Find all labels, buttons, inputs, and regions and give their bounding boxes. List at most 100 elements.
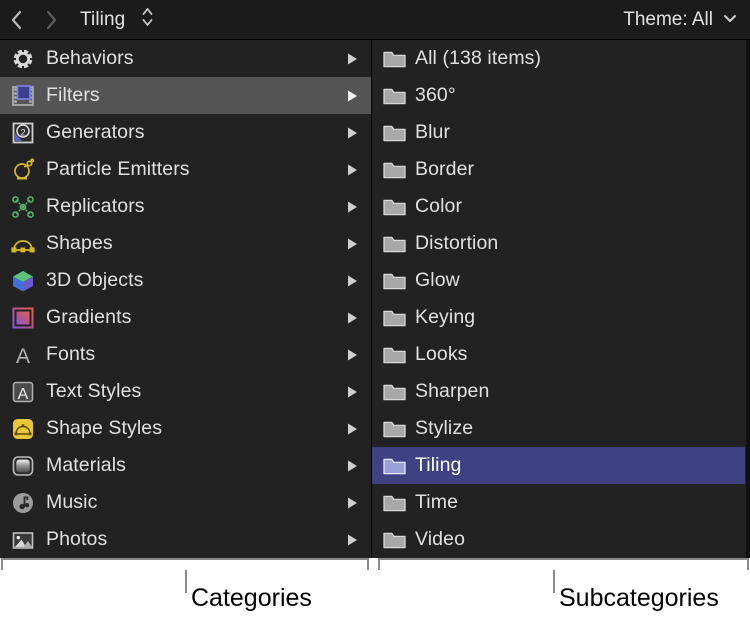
subcategory-row-blur[interactable]: Blur <box>372 114 745 151</box>
theme-popup-label: Theme: All <box>623 9 713 31</box>
category-label: Generators <box>46 121 345 144</box>
category-row-3d-objects[interactable]: 3D Objects <box>0 262 371 299</box>
disclosure-triangle-icon[interactable] <box>345 385 359 399</box>
subcategory-row-sharpen[interactable]: Sharpen <box>372 373 745 410</box>
subcategory-row-looks[interactable]: Looks <box>372 336 745 373</box>
disclosure-triangle-icon[interactable] <box>345 348 359 362</box>
folder-icon <box>382 123 406 143</box>
subcategory-row-keying[interactable]: Keying <box>372 299 745 336</box>
subcategory-row-stylize[interactable]: Stylize <box>372 410 745 447</box>
callout-annotations: Categories Subcategories <box>0 558 750 626</box>
category-row-gradients[interactable]: Gradients <box>0 299 371 336</box>
category-row-shapes[interactable]: Shapes <box>0 225 371 262</box>
disclosure-triangle-icon[interactable] <box>345 237 359 251</box>
gear-icon <box>10 46 36 72</box>
disclosure-triangle-icon[interactable] <box>345 52 359 66</box>
browser-toolbar: Tiling Theme: All <box>0 0 750 40</box>
vertical-scrollbar[interactable] <box>746 40 750 558</box>
disclosure-triangle-icon[interactable] <box>345 311 359 325</box>
folder-icon <box>382 86 406 106</box>
library-browser-window: Tiling Theme: All <box>0 0 750 558</box>
subcategory-row-tiling[interactable]: Tiling <box>372 447 745 484</box>
chevron-right-icon <box>44 9 58 31</box>
categories-bracket <box>1 558 369 570</box>
path-stepper-button[interactable] <box>139 6 155 34</box>
folder-icon <box>382 160 406 180</box>
category-row-materials[interactable]: Materials <box>0 447 371 484</box>
folder-icon <box>382 530 406 550</box>
cube-icon <box>10 268 36 294</box>
category-label: Particle Emitters <box>46 158 345 181</box>
folder-icon <box>382 197 406 217</box>
subcategory-label: Blur <box>415 121 450 144</box>
disclosure-triangle-icon[interactable] <box>345 274 359 288</box>
chevron-left-icon <box>10 9 24 31</box>
folder-icon <box>382 308 406 328</box>
category-row-shape-styles[interactable]: Shape Styles <box>0 410 371 447</box>
folder-icon <box>382 382 406 402</box>
subcategory-row-distortion[interactable]: Distortion <box>372 225 745 262</box>
subcategory-row-color[interactable]: Color <box>372 188 745 225</box>
asset-browser-screenshot: Tiling Theme: All <box>0 0 750 626</box>
category-label: Fonts <box>46 343 345 366</box>
subcategory-label: Time <box>415 491 458 514</box>
subcategory-row-border[interactable]: Border <box>372 151 745 188</box>
categories-leader-line <box>185 570 187 593</box>
stepper-up-down-icon <box>141 5 154 34</box>
page-title: Tiling <box>80 9 125 31</box>
folder-icon <box>382 345 406 365</box>
gradient-swatch-icon <box>10 305 36 331</box>
forward-button[interactable] <box>34 0 68 40</box>
back-button[interactable] <box>0 0 34 40</box>
disclosure-triangle-icon[interactable] <box>345 89 359 103</box>
disclosure-triangle-icon[interactable] <box>345 200 359 214</box>
category-label: Shapes <box>46 232 345 255</box>
category-label: Materials <box>46 454 345 477</box>
folder-icon <box>382 456 406 476</box>
categories-list[interactable]: Behaviors <box>0 40 372 558</box>
subcategories-leader-line <box>553 570 555 593</box>
categories-callout-label: Categories <box>191 584 312 613</box>
disclosure-triangle-icon[interactable] <box>345 422 359 436</box>
category-row-fonts[interactable]: A Fonts <box>0 336 371 373</box>
subcategory-label: Video <box>415 528 465 551</box>
subcategory-row-video[interactable]: Video <box>372 521 745 558</box>
photo-icon <box>10 527 36 553</box>
category-row-text-styles[interactable]: A Text Styles <box>0 373 371 410</box>
subcategory-label: Color <box>415 195 462 218</box>
material-swatch-icon <box>10 453 36 479</box>
category-label: Replicators <box>46 195 345 218</box>
folder-icon <box>382 49 406 69</box>
subcategory-row-360[interactable]: 360° <box>372 77 745 114</box>
category-label: Filters <box>46 84 345 107</box>
category-row-photos[interactable]: Photos <box>0 521 371 558</box>
category-row-music[interactable]: Music <box>0 484 371 521</box>
category-row-replicators[interactable]: Replicators <box>0 188 371 225</box>
shape-style-icon <box>10 416 36 442</box>
category-row-generators[interactable]: 2 Generators <box>0 114 371 151</box>
subcategories-list[interactable]: All (138 items) 360° <box>372 40 750 558</box>
disclosure-triangle-icon[interactable] <box>345 126 359 140</box>
subcategory-label: Sharpen <box>415 380 489 403</box>
category-row-particle-emitters[interactable]: Particle Emitters <box>0 151 371 188</box>
subcategory-row-time[interactable]: Time <box>372 484 745 521</box>
subcategory-label: All (138 items) <box>415 47 541 70</box>
subcategories-callout-label: Subcategories <box>559 584 719 613</box>
subcategory-label: 360° <box>415 84 456 107</box>
subcategories-bracket <box>378 558 749 570</box>
theme-popup-button[interactable]: Theme: All <box>623 9 738 31</box>
replicator-icon <box>10 194 36 220</box>
category-row-filters[interactable]: Filters <box>0 77 371 114</box>
disclosure-triangle-icon[interactable] <box>345 163 359 177</box>
shapes-icon <box>10 231 36 257</box>
letter-a-icon: A <box>10 342 36 368</box>
disclosure-triangle-icon[interactable] <box>345 459 359 473</box>
subcategory-row-glow[interactable]: Glow <box>372 262 745 299</box>
category-row-behaviors[interactable]: Behaviors <box>0 40 371 77</box>
subcategory-row-all[interactable]: All (138 items) <box>372 40 745 77</box>
folder-icon <box>382 234 406 254</box>
disclosure-triangle-icon[interactable] <box>345 496 359 510</box>
subcategory-label: Keying <box>415 306 475 329</box>
category-label: Shape Styles <box>46 417 345 440</box>
disclosure-triangle-icon[interactable] <box>345 533 359 547</box>
